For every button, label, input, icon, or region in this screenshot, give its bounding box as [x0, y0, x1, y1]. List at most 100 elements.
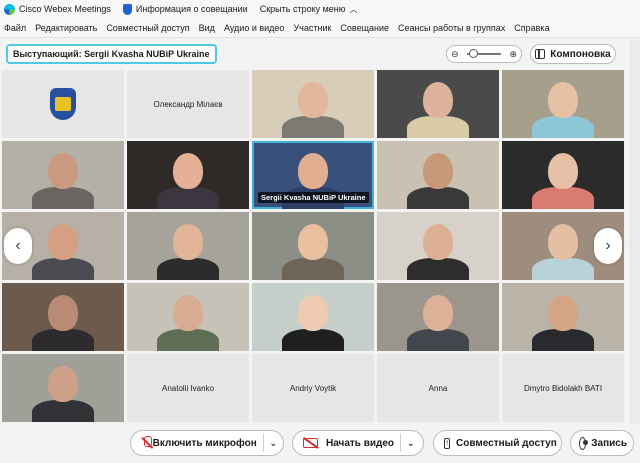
participant-body — [532, 329, 594, 351]
hide-menu-label: Скрыть строку меню — [259, 4, 346, 14]
participant-name: Anatolii Ivanko — [161, 383, 215, 393]
start-video-label: Начать видео — [326, 437, 395, 449]
title-bar: Cisco Webex Meetings Информация о совеща… — [0, 0, 640, 18]
participant-body — [407, 258, 469, 280]
participant-body — [532, 258, 594, 280]
participant-face — [423, 295, 453, 331]
participant-video[interactable] — [502, 70, 624, 138]
participant-face — [423, 224, 453, 260]
participant-name: Dmytro Bidolakh BATI — [523, 383, 603, 393]
participant-face — [548, 153, 578, 189]
video-grid: Олександр Мілаєв Sergii Kvasha NUBiP Ukra… — [2, 70, 628, 424]
participant-face — [298, 82, 328, 118]
participant-name: Олександр Мілаєв — [153, 99, 223, 109]
share-button[interactable]: ↑ Совместный доступ — [433, 430, 562, 456]
participant-video[interactable] — [2, 141, 124, 209]
shield-icon — [122, 3, 132, 15]
participant-video[interactable] — [377, 283, 499, 351]
menu-share[interactable]: Совместный доступ — [106, 23, 189, 33]
menu-meeting[interactable]: Совещание — [340, 23, 389, 33]
participant-tile[interactable]: Олександр Мілаєв — [127, 70, 249, 138]
zoom-out-icon[interactable]: ⊖ — [451, 49, 459, 60]
participant-face — [48, 366, 78, 402]
participant-face — [548, 224, 578, 260]
participant-video[interactable] — [377, 141, 499, 209]
zoom-slider[interactable]: ⊖ ⊕ — [446, 45, 522, 63]
participant-body — [532, 116, 594, 138]
participant-face — [48, 153, 78, 189]
layout-icon — [535, 48, 546, 59]
participant-body — [407, 187, 469, 209]
menu-audio-video[interactable]: Аудио и видео — [224, 23, 285, 33]
participant-tile[interactable] — [2, 70, 124, 138]
meeting-info-button[interactable]: Информация о совещании — [122, 3, 248, 15]
participant-tile[interactable]: Dmytro Bidolakh BATI — [502, 354, 624, 422]
participant-video[interactable] — [377, 212, 499, 280]
participant-video[interactable] — [127, 141, 249, 209]
share-label: Совместный доступ — [456, 437, 557, 449]
next-page-button[interactable]: › — [594, 228, 622, 264]
camera-off-icon — [303, 438, 318, 448]
participant-body — [282, 258, 344, 280]
side-scrollbar[interactable] — [630, 40, 640, 430]
participant-body — [407, 116, 469, 138]
participant-video[interactable] — [252, 212, 374, 280]
layout-button[interactable]: Компоновка — [530, 44, 616, 64]
menu-edit[interactable]: Редактировать — [35, 23, 97, 33]
participant-tile[interactable]: Andriy Voytik — [252, 354, 374, 422]
microphone-muted-icon — [141, 436, 152, 450]
participant-video[interactable] — [127, 283, 249, 351]
menu-help[interactable]: Справка — [514, 23, 549, 33]
hide-menu-button[interactable]: Скрыть строку меню ︿ — [260, 4, 358, 15]
active-speaker-label: Выступающий: Sergii Kvasha NUBiP Ukraine — [6, 44, 217, 64]
participant-video[interactable] — [502, 141, 624, 209]
zoom-handle[interactable] — [469, 49, 478, 58]
participant-body — [157, 187, 219, 209]
chevron-left-icon: ‹ — [15, 237, 21, 254]
chevron-up-icon: ︿ — [349, 4, 358, 14]
participant-tile[interactable]: Anna — [377, 354, 499, 422]
zoom-track[interactable] — [467, 49, 501, 58]
menu-file[interactable]: Файл — [4, 23, 26, 33]
participant-body — [407, 329, 469, 351]
university-crest-icon — [50, 88, 76, 120]
participant-video[interactable] — [2, 283, 124, 351]
participant-video[interactable] — [2, 354, 124, 422]
active-speaker-tile[interactable]: Sergii Kvasha NUBiP Ukraine — [252, 141, 374, 209]
participant-video[interactable] — [252, 283, 374, 351]
participant-video[interactable] — [127, 212, 249, 280]
unmute-label: Включить микрофон — [152, 437, 257, 449]
mic-options-chevron-icon[interactable]: ⌄ — [263, 438, 283, 449]
participant-face — [48, 295, 78, 331]
participant-tile[interactable]: Anatolii Ivanko — [127, 354, 249, 422]
participant-face — [548, 295, 578, 331]
menu-breakout[interactable]: Сеансы работы в группах — [398, 23, 505, 33]
participant-name: Anna — [428, 383, 448, 393]
participant-video[interactable] — [377, 70, 499, 138]
participant-face — [298, 224, 328, 260]
participant-body — [32, 400, 94, 422]
participant-name: Andriy Voytik — [289, 383, 337, 393]
participant-body — [282, 116, 344, 138]
unmute-button[interactable]: Включить микрофон ⌄ — [130, 430, 284, 456]
webex-logo-icon — [4, 3, 15, 15]
participant-face — [173, 153, 203, 189]
participant-body — [157, 329, 219, 351]
record-button[interactable]: Запись — [570, 430, 634, 456]
participant-video[interactable] — [252, 70, 374, 138]
menu-bar: Файл Редактировать Совместный доступ Вид… — [0, 18, 640, 38]
speaker-bar: Выступающий: Sergii Kvasha NUBiP Ukraine… — [0, 38, 640, 70]
meeting-info-label: Информация о совещании — [135, 4, 248, 14]
participant-video[interactable] — [502, 283, 624, 351]
app-name: Cisco Webex Meetings — [19, 4, 111, 14]
menu-view[interactable]: Вид — [199, 23, 215, 33]
start-video-button[interactable]: Начать видео ⌄ — [292, 430, 424, 456]
zoom-in-icon[interactable]: ⊕ — [509, 49, 517, 60]
prev-page-button[interactable]: ‹ — [4, 228, 32, 264]
video-options-chevron-icon[interactable]: ⌄ — [401, 438, 421, 449]
participant-body — [32, 329, 94, 351]
chevron-right-icon: › — [605, 237, 611, 254]
menu-participant[interactable]: Участник — [293, 23, 331, 33]
participant-body — [32, 258, 94, 280]
record-icon — [579, 436, 588, 450]
